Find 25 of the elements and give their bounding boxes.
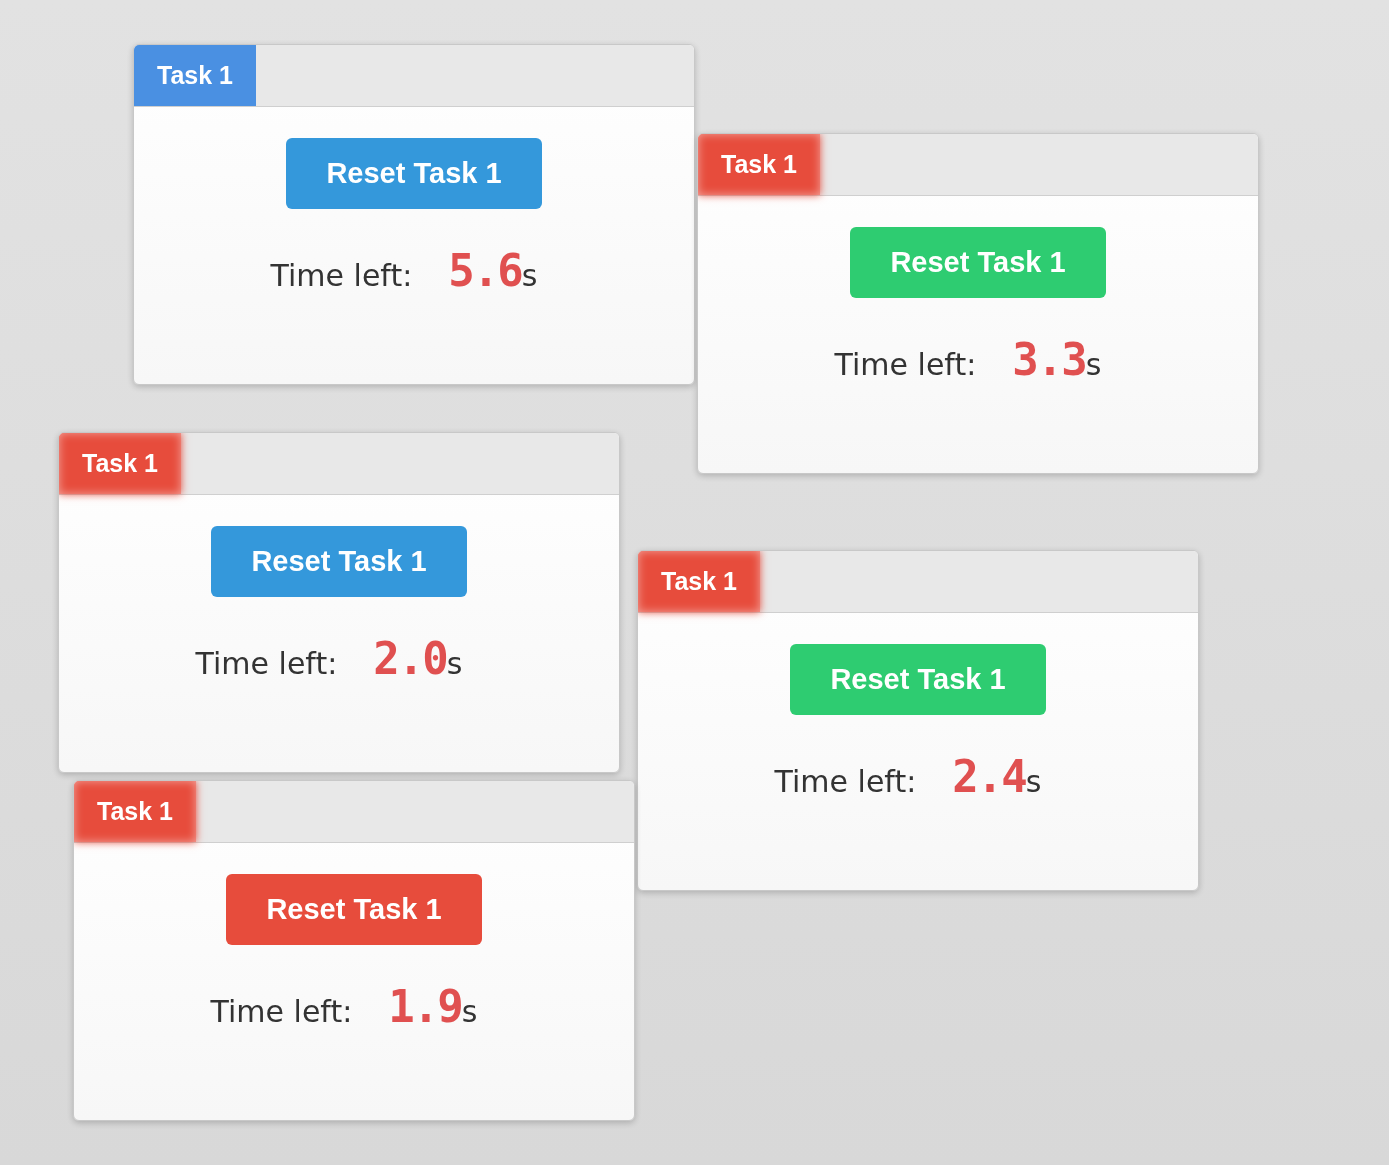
time-value: 2.4 [952, 751, 1026, 802]
time-label: Time left: [270, 258, 413, 293]
reset-button[interactable]: Reset Task 1 [211, 526, 467, 597]
reset-button[interactable]: Reset Task 1 [790, 644, 1046, 715]
time-unit: s [461, 994, 478, 1029]
task-tab[interactable]: Task 1 [59, 433, 181, 494]
time-unit: s [446, 646, 463, 681]
time-label: Time left: [834, 347, 977, 382]
time-label: Time left: [195, 646, 338, 681]
time-unit: s [1085, 347, 1102, 382]
time-label: Time left: [774, 764, 917, 799]
time-value: 1.9 [388, 981, 462, 1032]
time-value: 3.3 [1012, 334, 1086, 385]
task-tab[interactable]: Task 1 [698, 134, 820, 195]
task-tab[interactable]: Task 1 [134, 45, 256, 106]
reset-button[interactable]: Reset Task 1 [286, 138, 542, 209]
reset-button[interactable]: Reset Task 1 [850, 227, 1106, 298]
time-value: 2.0 [373, 633, 447, 684]
task-tab[interactable]: Task 1 [74, 781, 196, 842]
task-tab[interactable]: Task 1 [638, 551, 760, 612]
time-unit: s [521, 258, 538, 293]
time-unit: s [1025, 764, 1042, 799]
reset-button[interactable]: Reset Task 1 [226, 874, 482, 945]
time-value: 5.6 [448, 245, 522, 296]
time-label: Time left: [210, 994, 353, 1029]
